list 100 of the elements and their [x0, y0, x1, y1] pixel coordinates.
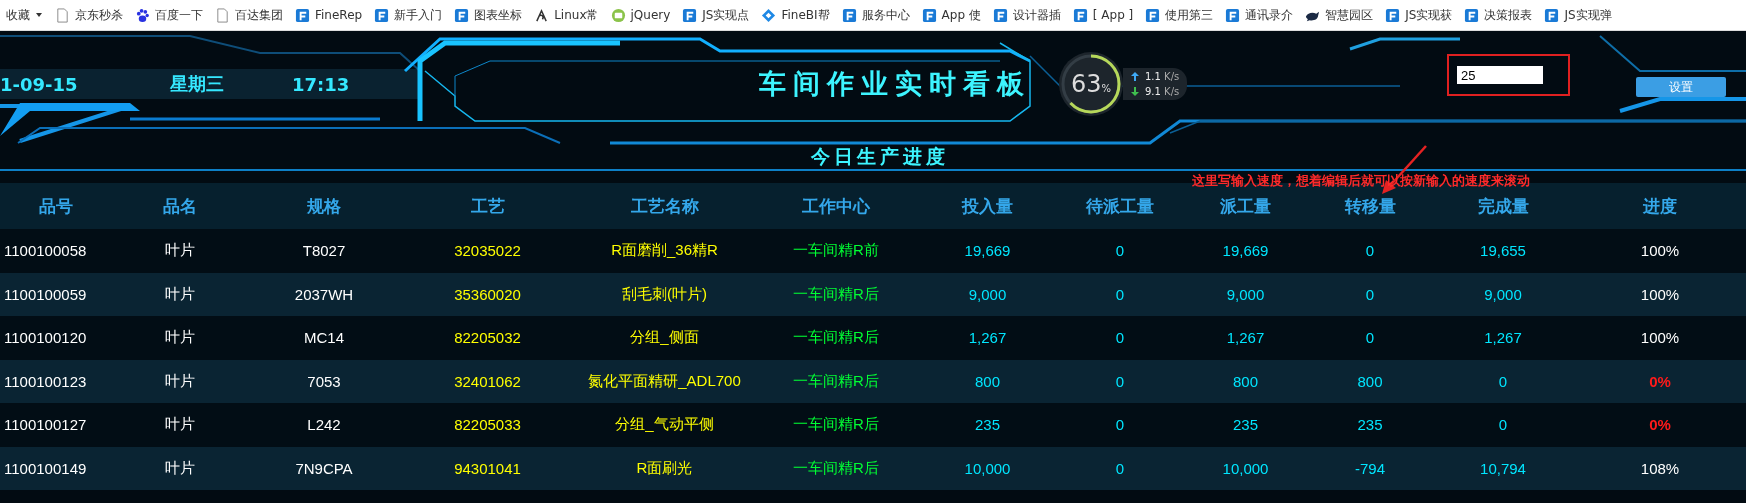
table-cell-text: 100% — [1639, 329, 1681, 347]
bookmark-logo-icon — [1225, 7, 1241, 23]
table-cell-text: 9,000 — [967, 285, 1008, 303]
weekday-text: 星期三 — [170, 72, 225, 96]
bookmark[interactable]: FineRep — [289, 0, 369, 30]
table-cell-text: 一车间精R后 — [792, 458, 880, 478]
table-cell-text: 叶片 — [164, 371, 196, 391]
column-header: 待派工量 — [1085, 194, 1155, 218]
table-cell-text: 0 — [1114, 372, 1126, 390]
bookmark[interactable]: JS实现点 — [676, 0, 756, 30]
column-header: 工艺 — [469, 194, 506, 218]
table-cell-text: 9,000 — [1225, 285, 1266, 303]
table-cell-text: T8027 — [301, 242, 347, 260]
bookmark[interactable]: JS实现弹 — [1538, 0, 1618, 30]
progress-ring: 63% — [1059, 52, 1123, 116]
column-header: 品号 — [38, 194, 74, 218]
table-cell-text: 一车间精R后 — [792, 415, 880, 435]
time-text: 17:13 — [292, 73, 350, 95]
table-cell-text: 10,000 — [963, 459, 1012, 477]
table-cell-text: 1100100120 — [3, 329, 88, 347]
table-cell-text: 一车间精R后 — [792, 284, 880, 304]
table-cell-text: 7N9CPA — [294, 459, 354, 477]
table-cell-text: 19,669 — [1221, 242, 1270, 260]
bookmark-logo-icon — [295, 7, 310, 23]
bookmark[interactable]: Linux常 — [528, 0, 605, 30]
bookmark[interactable]: 京东秒杀 — [49, 0, 129, 30]
column-header: 完成量 — [1476, 194, 1530, 218]
bookmark[interactable]: 决策报表 — [1458, 0, 1539, 30]
column-header: 进度 — [1642, 194, 1678, 218]
table-cell-text: 1100100123 — [3, 372, 88, 390]
table-cell-text: 0% — [1648, 372, 1672, 390]
table-cell-text: 一车间精R后 — [792, 371, 880, 391]
table-cell-text: L242 — [306, 416, 342, 434]
table-cell-text: 19,669 — [963, 242, 1012, 260]
table-cell-text: 19,655 — [1479, 242, 1527, 260]
bookmark-logo-icon — [1072, 7, 1088, 23]
bookmark[interactable]: 百达集团 — [209, 0, 289, 30]
bookmark[interactable]: [ App ] — [1066, 0, 1140, 30]
table-cell-text: 叶片 — [164, 328, 196, 348]
bookmark[interactable]: jQuery — [604, 0, 677, 30]
table-cell-text: 1100100127 — [3, 416, 88, 434]
table-cell-text: 氮化平面精研_ADL700 — [587, 371, 742, 391]
table-cell-text: 9,000 — [1483, 285, 1523, 303]
bookmark-logo-icon — [1145, 7, 1161, 23]
column-header: 工艺名称 — [629, 194, 700, 218]
table-cell-text: 800 — [974, 372, 1001, 390]
table-cell-text: 10,000 — [1221, 459, 1270, 477]
bookmark[interactable]: 百度一下 — [129, 0, 209, 30]
bookmark-logo-icon — [454, 7, 470, 23]
table-cell-text: 10,794 — [1479, 459, 1527, 477]
table-cell-text: 分组_侧面 — [629, 328, 700, 348]
bookmark[interactable]: 图表坐标 — [448, 0, 529, 30]
table-cell-text: 1,267 — [1483, 329, 1523, 347]
table-cell-text: 叶片 — [164, 284, 196, 304]
bookmark[interactable]: JS实现获 — [1379, 0, 1459, 30]
table-cell-text: 800 — [1232, 372, 1259, 390]
bookmark[interactable]: 通讯录介 — [1219, 0, 1300, 30]
bookmark-logo-icon — [374, 7, 390, 23]
table-cell-text: 0 — [1114, 242, 1126, 260]
bookmark[interactable]: 智慧园区 — [1299, 0, 1380, 30]
table-cell-text: 0 — [1364, 285, 1376, 303]
page-icon — [215, 7, 230, 23]
table-cell-text: 0 — [1114, 329, 1126, 347]
down-arrow-icon — [1131, 87, 1139, 96]
column-header: 规格 — [306, 194, 342, 218]
bookmark[interactable]: FineBI帮 — [755, 0, 836, 30]
table-cell-text: 7053 — [306, 372, 342, 390]
bookmark[interactable]: 新手入门 — [368, 0, 449, 30]
table-cell-text: 235 — [974, 416, 1001, 434]
table-cell-text: 82205033 — [453, 416, 522, 434]
column-header: 投入量 — [960, 194, 1014, 218]
table-cell-text: 分组_气动平侧 — [614, 415, 715, 435]
date-text: 1-09-15 — [0, 73, 79, 95]
swirl-icon — [534, 7, 550, 23]
bookmark[interactable]: App 使 — [915, 0, 987, 30]
table-cell-text: 100% — [1639, 285, 1681, 303]
table-cell-text: 235 — [1232, 416, 1259, 434]
bookmark[interactable]: 设计器插 — [986, 0, 1067, 30]
bookmark-logo-icon — [1544, 7, 1560, 23]
bookmark-logo-icon — [1385, 7, 1401, 23]
paw-icon — [135, 7, 150, 23]
table-cell-text: -794 — [1354, 459, 1386, 477]
diamond-icon — [761, 7, 777, 23]
table-cell-text: 一车间精R前 — [792, 241, 880, 261]
column-header: 品名 — [162, 194, 198, 218]
speed-input[interactable]: 25 — [1457, 66, 1543, 84]
table-cell-text: 82205032 — [453, 329, 522, 347]
table-cell-text: 2037WH — [293, 285, 355, 303]
upload-rate: 1.1 K/s — [1145, 71, 1180, 82]
table-cell-text: 一车间精R后 — [792, 328, 880, 348]
table-cell-text: 叶片 — [164, 458, 196, 478]
table-cell-text: R面磨削_36精R — [610, 241, 719, 261]
table-cell-text: MC14 — [303, 329, 345, 347]
bookmark[interactable]: 服务中心 — [835, 0, 916, 30]
bookmark[interactable]: 收藏 — [0, 0, 49, 30]
bookmark[interactable]: 使用第三 — [1139, 0, 1220, 30]
table-cell-text: 0 — [1497, 372, 1509, 390]
table-cell-text: R面刷光 — [635, 458, 694, 478]
code-icon — [610, 7, 626, 23]
table-cell-text: 叶片 — [164, 241, 196, 261]
